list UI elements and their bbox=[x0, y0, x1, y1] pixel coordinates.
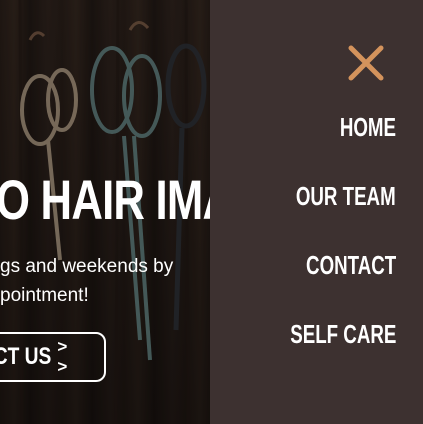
menu-item-contact[interactable]: CONTACT bbox=[249, 248, 396, 317]
close-menu-button[interactable] bbox=[347, 44, 385, 82]
slide-out-menu: HOME OUR TEAM CONTACT SELF CARE bbox=[210, 0, 423, 424]
hero-subtext: gs and weekends by pointment! bbox=[0, 252, 210, 310]
menu-item-self-care-label: SELF CARE bbox=[289, 319, 396, 349]
hero-subtext-line-1: gs and weekends by bbox=[0, 256, 174, 277]
hero-heading: O HAIR IMA bbox=[0, 168, 210, 231]
menu-nav-list: HOME OUR TEAM CONTACT SELF CARE bbox=[249, 110, 396, 386]
menu-item-home-label: HOME bbox=[339, 112, 396, 142]
hero-section: O HAIR IMA gs and weekends by pointment!… bbox=[0, 0, 210, 424]
menu-item-contact-label: CONTACT bbox=[305, 250, 396, 280]
menu-item-self-care[interactable]: SELF CARE bbox=[249, 317, 396, 386]
menu-item-our-team[interactable]: OUR TEAM bbox=[249, 179, 396, 248]
contact-us-button[interactable]: ACT US > > bbox=[0, 332, 106, 382]
menu-item-our-team-label: OUR TEAM bbox=[296, 181, 396, 211]
contact-us-button-label: ACT US bbox=[0, 343, 52, 370]
menu-item-home[interactable]: HOME bbox=[249, 110, 396, 179]
page: O HAIR IMA gs and weekends by pointment!… bbox=[0, 0, 423, 424]
double-arrow-icon: > > bbox=[57, 337, 71, 376]
hero-subtext-line-2: pointment! bbox=[0, 285, 89, 306]
close-icon bbox=[348, 45, 384, 81]
